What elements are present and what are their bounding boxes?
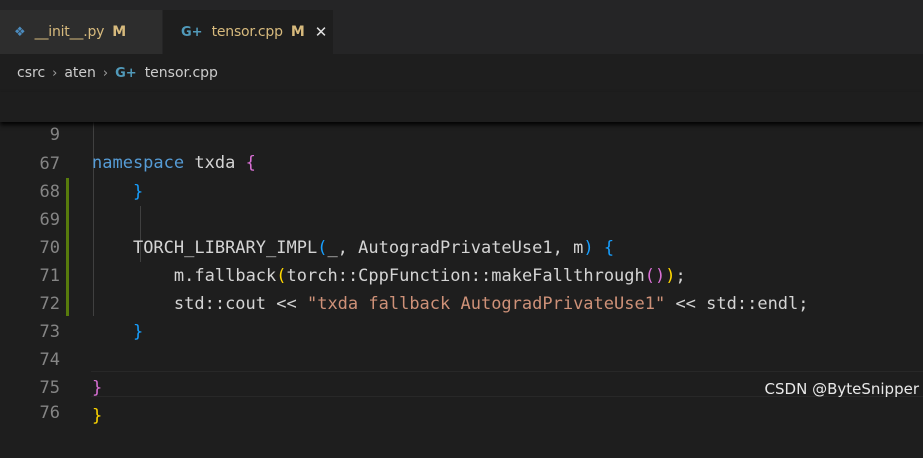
chevron-right-icon: ›: [102, 65, 109, 81]
code-text: namespace txda {: [92, 149, 256, 177]
code-line: 73: [0, 290, 923, 342]
breadcrumb: csrc › aten › G+ tensor.cpp: [0, 54, 923, 92]
brace-token: }: [92, 406, 103, 426]
sticky-line: 9 namespace txda {: [0, 93, 923, 173]
tab-init-py[interactable]: ❖ __init__.py M: [0, 10, 162, 54]
window-top-strip: [0, 0, 923, 10]
python-icon: ❖: [14, 24, 26, 40]
code-line: 69 TORCH_LIBRARY_IMPL(_, AutogradPrivate…: [0, 178, 923, 258]
code-line: 74 }: [0, 318, 923, 398]
tab-label: __init__.py: [34, 24, 105, 40]
sticky-scroll-header[interactable]: 9 namespace txda {: [0, 92, 923, 173]
breadcrumb-item-tensor-cpp[interactable]: tensor.cpp: [145, 65, 218, 81]
breadcrumb-item-aten[interactable]: aten: [64, 65, 96, 81]
code-text: }: [92, 402, 102, 430]
keyword-token: namespace: [92, 153, 185, 173]
close-icon[interactable]: ✕: [315, 23, 328, 41]
tab-tensor-cpp[interactable]: G+ tensor.cpp M ✕: [163, 10, 333, 54]
cpp-icon: G+: [115, 65, 137, 81]
cpp-icon: G+: [181, 24, 203, 40]
code-line: 70 m.fallback(torch::CppFunction::makeFa…: [0, 206, 923, 286]
line-number: 76: [39, 403, 60, 423]
modified-badge: M: [290, 24, 305, 40]
line-number: 9: [49, 125, 60, 145]
modified-badge: M: [112, 24, 127, 40]
chevron-right-icon: ›: [52, 65, 58, 81]
tab-label: tensor.cpp: [211, 24, 283, 40]
namespace-name: txda: [194, 153, 236, 173]
breadcrumb-item-csrc[interactable]: csrc: [17, 65, 45, 81]
code-line: 75 }: [0, 346, 923, 426]
code-line: 67 }: [0, 122, 923, 202]
watermark: CSDN @ByteSnipper: [764, 380, 919, 398]
code-line: 71 std::cout << "txda fallback AutogradP…: [0, 234, 923, 314]
brace-token: {: [245, 153, 256, 173]
code-line: 72 }: [0, 262, 923, 342]
tab-bar: ❖ __init__.py M G+ tensor.cpp M ✕: [0, 10, 923, 54]
